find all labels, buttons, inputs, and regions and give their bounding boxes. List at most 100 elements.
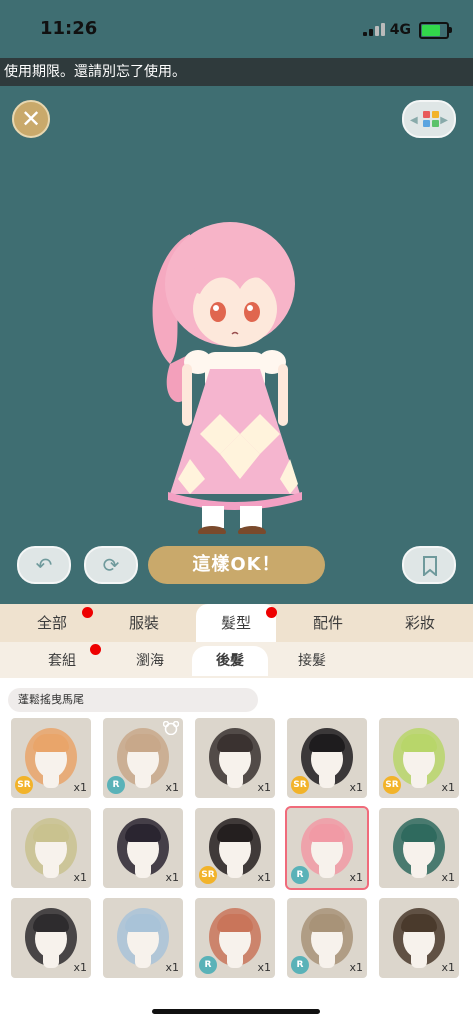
tab-label: 服裝	[128, 614, 159, 632]
hair-bangs	[309, 734, 345, 752]
hair-item-card[interactable]: SR x1	[287, 718, 367, 798]
ticker-text: 使用期限。還請別忘了使用。	[4, 64, 186, 80]
hair-bangs	[401, 914, 437, 932]
bear-icon	[162, 720, 180, 736]
close-button[interactable]: ✕	[12, 100, 50, 138]
hair-bangs	[33, 914, 69, 932]
hair-bangs	[33, 824, 69, 842]
item-quantity: x1	[73, 781, 87, 794]
rarity-badge: R	[107, 776, 125, 794]
hair-bangs	[401, 734, 437, 752]
hair-item-card[interactable]: x1	[103, 898, 183, 978]
palette-button[interactable]: ◀ ▶	[402, 100, 456, 138]
hair-bangs	[125, 824, 161, 842]
confirm-ok-button[interactable]: 這樣OK！	[148, 546, 325, 584]
subtab-extensions[interactable]: 接髮	[274, 646, 350, 676]
undo-button[interactable]: ↶	[17, 546, 71, 584]
hair-bangs	[217, 824, 253, 842]
hair-item-card[interactable]: SR x1	[195, 808, 275, 888]
signal-icon	[363, 22, 385, 36]
hair-item-card[interactable]: x1	[103, 808, 183, 888]
subtab-label: 接髮	[298, 653, 326, 669]
refresh-icon: ⟳	[102, 553, 120, 577]
mannequin-neck	[43, 864, 59, 878]
mannequin-neck	[135, 954, 151, 968]
selected-item-title: 蓬鬆搖曳馬尾	[8, 688, 258, 712]
mannequin-neck	[43, 954, 59, 968]
item-quantity: x1	[73, 961, 87, 974]
tab-accessories[interactable]: 配件	[288, 604, 368, 642]
notification-dot	[82, 607, 93, 618]
mannequin-neck	[227, 864, 243, 878]
tab-label: 全部	[36, 614, 67, 632]
hair-item-card[interactable]: SR x1	[11, 718, 91, 798]
rarity-badge: SR	[383, 776, 401, 794]
bookmark-button[interactable]	[402, 546, 456, 584]
tab-label: 彩妝	[404, 614, 435, 632]
notification-dot	[90, 644, 101, 655]
hair-item-card[interactable]: Rx1	[285, 806, 369, 890]
hair-bangs	[309, 914, 345, 932]
tab-clothing[interactable]: 服裝	[104, 604, 184, 642]
hair-item-card[interactable]: Rx1	[287, 898, 367, 978]
mannequin-neck	[411, 774, 427, 788]
subtab-label: 瀏海	[136, 653, 164, 669]
tab-makeup[interactable]: 彩妝	[380, 604, 460, 642]
right-arrow-icon: ▶	[440, 115, 448, 126]
hair-item-card[interactable]: x1	[195, 718, 275, 798]
tab-all[interactable]: 全部	[12, 604, 92, 642]
home-indicator	[152, 1009, 320, 1014]
mannequin-neck	[411, 864, 427, 878]
mannequin-neck	[227, 954, 243, 968]
hair-item-card[interactable]: x1	[379, 808, 459, 888]
hair-item-card[interactable]: x1	[11, 898, 91, 978]
rarity-badge: R	[291, 866, 309, 884]
hair-bangs	[309, 824, 345, 842]
subtab-back-hair[interactable]: 後髮	[192, 646, 268, 676]
avatar-character	[152, 222, 302, 534]
mannequin-neck	[43, 774, 59, 788]
item-quantity: x1	[441, 781, 455, 794]
item-quantity: x1	[165, 871, 179, 884]
item-quantity: x1	[165, 961, 179, 974]
hair-item-card[interactable]: Rx1	[195, 898, 275, 978]
rarity-badge: SR	[199, 866, 217, 884]
palette-icon	[423, 111, 439, 127]
dressing-stage: ✕ ◀ ▶ ↶ ⟳ 這樣OK！	[0, 86, 473, 604]
category-tabs: 全部 服裝 髮型 配件 彩妝	[0, 604, 473, 642]
mannequin-neck	[319, 864, 335, 878]
status-bar: 11:26 4G	[0, 0, 473, 58]
hair-item-card[interactable]: x1	[11, 808, 91, 888]
subcategory-tabs: 套組 瀏海 後髮 接髮	[0, 642, 473, 678]
hair-item-card[interactable]: x1	[379, 898, 459, 978]
hair-bangs	[217, 914, 253, 932]
undo-icon: ↶	[35, 553, 53, 577]
item-quantity: x1	[257, 961, 271, 974]
subtab-label: 後髮	[216, 653, 244, 669]
network-label: 4G	[389, 22, 411, 38]
item-quantity: x1	[257, 871, 271, 884]
tab-hairstyle[interactable]: 髮型	[196, 604, 276, 642]
mannequin-neck	[319, 954, 335, 968]
hair-item-card[interactable]: Rx1	[103, 718, 183, 798]
item-quantity: x1	[349, 781, 363, 794]
subtab-bangs[interactable]: 瀏海	[112, 646, 188, 676]
refresh-button[interactable]: ⟳	[84, 546, 138, 584]
status-time: 11:26	[40, 18, 98, 39]
mannequin-neck	[319, 774, 335, 788]
notice-ticker: 使用期限。還請別忘了使用。	[0, 58, 473, 86]
rarity-badge: R	[199, 956, 217, 974]
hair-bangs	[125, 914, 161, 932]
hair-bangs	[401, 824, 437, 842]
hair-item-card[interactable]: SR x1	[379, 718, 459, 798]
mannequin-neck	[135, 864, 151, 878]
item-quantity: x1	[257, 781, 271, 794]
hair-bangs	[217, 734, 253, 752]
tab-label: 髮型	[220, 614, 251, 632]
subtab-set[interactable]: 套組	[24, 646, 100, 676]
rarity-badge: R	[291, 956, 309, 974]
bookmark-icon	[423, 556, 437, 576]
left-arrow-icon: ◀	[410, 115, 418, 126]
subtab-label: 套組	[48, 653, 76, 669]
mannequin-neck	[135, 774, 151, 788]
